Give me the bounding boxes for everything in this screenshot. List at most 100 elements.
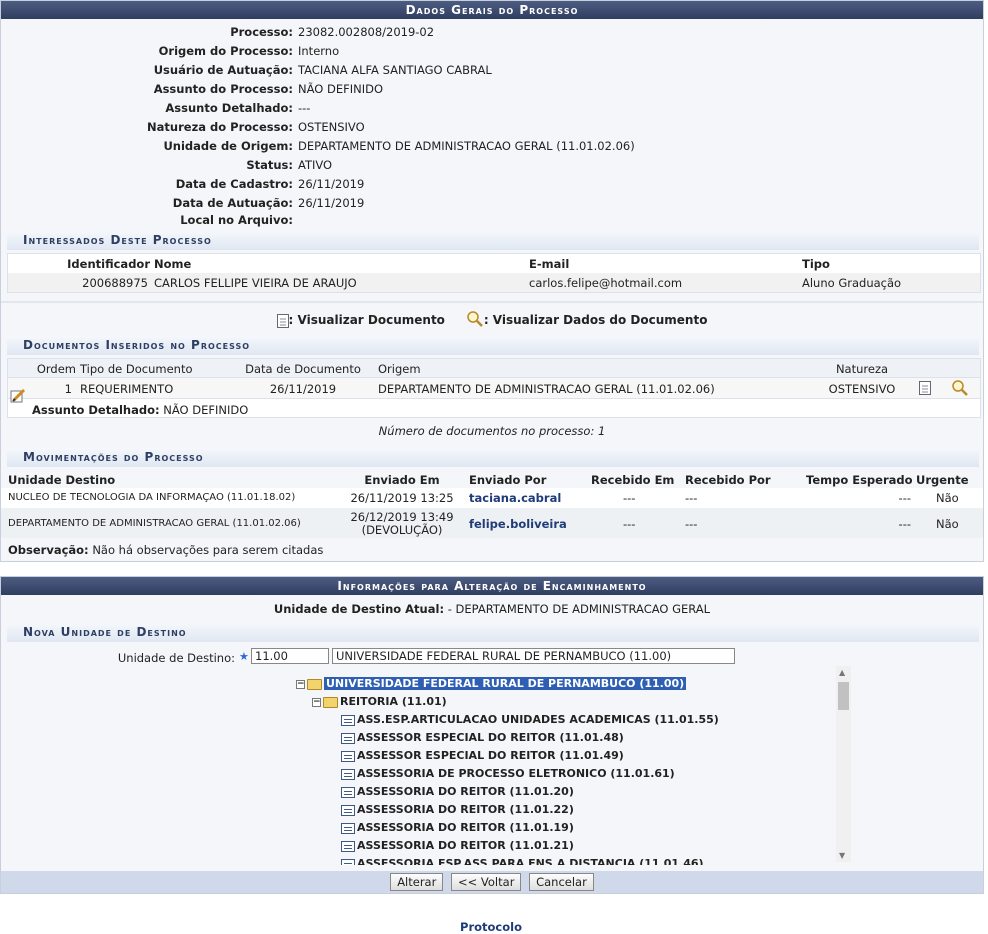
edit-icon[interactable]	[10, 388, 26, 406]
field-label: Processo:	[230, 25, 293, 39]
unit-node-icon	[341, 768, 355, 780]
dados-gerais-panel: Dados Gerais do Processo Processo: 23082.…	[0, 0, 984, 562]
collapse-icon[interactable]: −	[312, 697, 321, 707]
sender-link[interactable]: felipe.boliveira	[469, 517, 567, 531]
unit-tree[interactable]: − UNIVERSIDADE FEDERAL RURAL DE PERNAMBUC…	[1, 665, 851, 865]
field-label: Data de Cadastro:	[175, 177, 293, 191]
field-label: Status:	[246, 158, 293, 172]
tree-node-label[interactable]: ASSESSORIA ESP.ASS.PARA ENS.A DISTANCIA …	[357, 857, 704, 865]
collapse-icon[interactable]: −	[296, 679, 305, 689]
assunto-value: NÃO DEFINIDO	[163, 403, 249, 417]
tree-node-leaf[interactable]: ASSESSORIA DO REITOR (11.01.20)	[341, 783, 574, 801]
field-value: ATIVO	[298, 158, 333, 172]
tree-node-label[interactable]: ASSESSORIA DE PROCESSO ELETRONICO (11.01…	[357, 767, 675, 780]
view-document-data-icon[interactable]	[951, 380, 969, 399]
field-label: Assunto Detalhado:	[165, 101, 293, 115]
scroll-up-icon[interactable]: ▲	[839, 668, 845, 677]
field-value: TACIANA ALFA SANTIAGO CABRAL	[298, 63, 492, 77]
tree-node-leaf[interactable]: ASS.ESP.ARTICULACAO UNIDADES ACADEMICAS …	[341, 711, 719, 729]
button-bar: Alterar << Voltar Cancelar	[1, 871, 983, 893]
alteracao-title: Informações para Alteração de Encaminham…	[1, 577, 983, 595]
interessados-table: Identificador Nome E-mail Tipo 200688975…	[7, 253, 981, 293]
tree-scrollbar[interactable]: ▲ ▼	[836, 666, 851, 862]
cell-enviado-em: 26/12/2019 13:49	[350, 510, 454, 524]
document-icon	[276, 313, 289, 328]
field-value: 26/11/2019	[298, 177, 365, 191]
tree-node-label[interactable]: UNIVERSIDADE FEDERAL RURAL DE PERNAMBUCO…	[324, 677, 687, 690]
tree-node-label[interactable]: ASSESSORIA DO REITOR (11.01.21)	[357, 839, 574, 852]
required-icon: ★	[239, 650, 249, 663]
nova-unidade-header: Nova Unidade de Destino	[7, 623, 979, 642]
cell-unidade: NUCLEO DE TECNOLOGIA DA INFORMAÇAO (11.0…	[8, 492, 296, 503]
cell-enviado-em: 26/11/2019 13:25	[350, 491, 454, 505]
unit-code-input[interactable]: 11.00	[251, 648, 329, 664]
voltar-button[interactable]: << Voltar	[451, 873, 522, 891]
movimentacoes-header: Movimentações do Processo	[7, 448, 979, 467]
assunto-detalhado: Assunto Detalhado: NÃO DEFINIDO	[32, 403, 248, 417]
document-count: Número de documentos no processo: 1	[378, 424, 606, 438]
tree-node-label[interactable]: ASSESSORIA DO REITOR (11.01.20)	[357, 785, 574, 798]
unit-node-icon	[341, 786, 355, 798]
table-row: DEPARTAMENTO DE ADMINISTRACAO GERAL (11.…	[1, 508, 983, 538]
tree-node-label[interactable]: ASSESSORIA DO REITOR (11.01.22)	[357, 803, 574, 816]
unit-name-input[interactable]: UNIVERSIDADE FEDERAL RURAL DE PERNAMBUCO…	[332, 648, 735, 664]
tree-node-leaf[interactable]: ASSESSOR ESPECIAL DO REITOR (11.01.48)	[341, 729, 624, 747]
tree-node-leaf[interactable]: ASSESSORIA DE PROCESSO ELETRONICO (11.01…	[341, 765, 675, 783]
field-value: ---	[298, 101, 311, 115]
field-label: Natureza do Processo:	[147, 120, 293, 134]
destino-atual-label: Unidade de Destino Atual:	[273, 602, 445, 616]
sender-link[interactable]: taciana.cabral	[469, 491, 561, 505]
separator	[1, 301, 983, 303]
tree-node-label[interactable]: ASSESSORIA DO REITOR (11.01.19)	[357, 821, 574, 834]
tree-node-label[interactable]: ASSESSOR ESPECIAL DO REITOR (11.01.49)	[357, 749, 624, 762]
destino-label: Unidade de Destino:	[117, 651, 235, 665]
folder-icon	[323, 696, 338, 708]
protocolo-link[interactable]: Protocolo	[0, 920, 982, 934]
unit-node-icon	[341, 714, 355, 726]
alteracao-panel: Informações para Alteração de Encaminham…	[0, 576, 984, 894]
field-value: DEPARTAMENTO DE ADMINISTRACAO GERAL (11.…	[298, 139, 635, 153]
cell-urgente: Não	[936, 491, 959, 505]
scroll-thumb[interactable]	[838, 682, 849, 710]
scroll-down-icon[interactable]: ▼	[839, 851, 845, 860]
tree-node-leaf[interactable]: ASSESSORIA DO REITOR (11.01.19)	[341, 819, 574, 837]
tree-node-leaf[interactable]: ASSESSORIA DO REITOR (11.01.22)	[341, 801, 574, 819]
folder-icon	[307, 678, 322, 690]
movimentacoes-table: Unidade Destino Enviado Em Enviado Por R…	[1, 470, 983, 560]
legend: : Visualizar Documento : Visualizar Dado…	[1, 311, 983, 330]
cell-tempo: ---	[898, 517, 911, 531]
col-nome: Nome	[154, 257, 192, 271]
tree-node-root[interactable]: − UNIVERSIDADE FEDERAL RURAL DE PERNAMBUC…	[296, 675, 687, 693]
table-row: NUCLEO DE TECNOLOGIA DA INFORMAÇAO (11.0…	[1, 488, 983, 508]
tree-node-leaf[interactable]: ASSESSORIA DO REITOR (11.01.21)	[341, 837, 574, 855]
field-label: Data de Autuação:	[172, 196, 293, 210]
table-row: 200688975 CARLOS FELLIPE VIEIRA DE ARAUJ…	[8, 273, 980, 292]
tree-node-label[interactable]: ASS.ESP.ARTICULACAO UNIDADES ACADEMICAS …	[357, 713, 719, 726]
col-origem: Origem	[378, 362, 421, 376]
field-label: Usuário de Autuação:	[153, 63, 293, 77]
obs-value: Não há observações para serem citadas	[92, 543, 324, 557]
tree-node-label[interactable]: ASSESSOR ESPECIAL DO REITOR (11.01.48)	[357, 731, 624, 744]
col-tempo-esperado: Tempo Esperado	[806, 473, 913, 487]
unit-node-icon	[341, 858, 355, 865]
tree-node-reitoria[interactable]: − REITORIA (11.01)	[312, 693, 447, 711]
unit-node-icon	[341, 804, 355, 816]
tree-node-leaf[interactable]: ASSESSOR ESPECIAL DO REITOR (11.01.49)	[341, 747, 624, 765]
view-document-icon[interactable]	[919, 381, 931, 395]
col-enviado-em: Enviado Em	[364, 473, 440, 487]
cell-tipo: REQUERIMENTO	[80, 382, 174, 396]
cell-data: 26/11/2019	[269, 382, 337, 396]
cell-recebido-em: ---	[623, 517, 636, 531]
col-data-documento: Data de Documento	[245, 362, 361, 376]
table-row: 1 REQUERIMENTO 26/11/2019 DEPARTAMENTO D…	[8, 377, 980, 399]
field-value: NÃO DEFINIDO	[298, 82, 384, 96]
cell-enviado-em-note: (DEVOLUÇÃO)	[361, 523, 443, 537]
col-recebido-em: Recebido Em	[591, 473, 675, 487]
col-unidade-destino: Unidade Destino	[8, 473, 116, 487]
cell-recebido-em: ---	[623, 491, 636, 505]
tree-node-leaf[interactable]: ASSESSORIA ESP.ASS.PARA ENS.A DISTANCIA …	[341, 855, 704, 865]
alterar-button[interactable]: Alterar	[390, 873, 444, 891]
cancelar-button[interactable]: Cancelar	[529, 873, 594, 891]
tree-node-label[interactable]: REITORIA (11.01)	[340, 695, 447, 708]
field-value: 26/11/2019	[298, 196, 365, 210]
